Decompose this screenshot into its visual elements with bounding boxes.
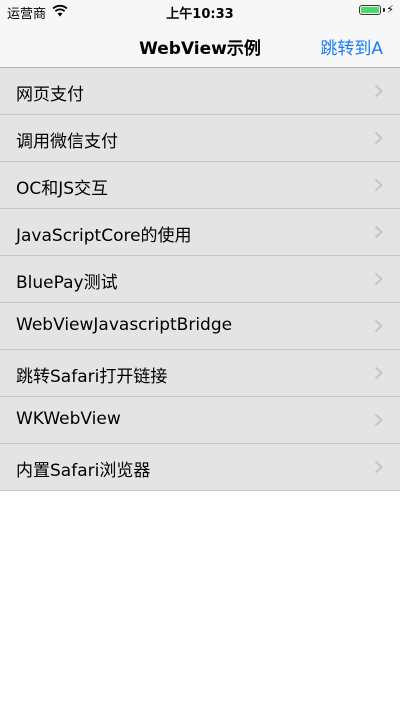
battery-cap [383, 8, 385, 12]
list-item-label: BluePay测试 [16, 273, 118, 293]
status-bar: 运营商 上午10:33 ⚡ [0, 0, 400, 22]
list-item[interactable]: 网页支付 [0, 68, 400, 115]
list-item-label: 内置Safari浏览器 [16, 461, 151, 481]
list-item[interactable]: 跳转Safari打开链接 [0, 350, 400, 397]
clock: 上午10:33 [166, 7, 234, 22]
list-item[interactable]: 调用微信支付 [0, 115, 400, 162]
battery-fill [361, 7, 379, 13]
chevron-right-icon [374, 225, 383, 239]
menu-list: 网页支付 调用微信支付 OC和JS交互 JavaScriptCore的使用 Bl… [0, 68, 400, 491]
chevron-right-icon [374, 131, 383, 145]
chevron-right-icon [374, 84, 383, 98]
list-item[interactable]: OC和JS交互 [0, 162, 400, 209]
chevron-right-icon [374, 178, 383, 192]
charging-icon: ⚡ [386, 3, 394, 16]
chevron-right-icon [374, 319, 383, 333]
list-item-label: 网页支付 [16, 85, 84, 105]
list-item-label: OC和JS交互 [16, 179, 109, 199]
list-item[interactable]: JavaScriptCore的使用 [0, 209, 400, 256]
chevron-right-icon [374, 413, 383, 427]
list-item-label: 调用微信支付 [16, 132, 118, 152]
list-item[interactable]: 内置Safari浏览器 [0, 444, 400, 491]
screen: 运营商 上午10:33 ⚡ WebView示例 跳转到A 网页支付 调用微信支付… [0, 0, 400, 711]
list-item-label: WKWebView [16, 409, 121, 429]
list-item-label: JavaScriptCore的使用 [16, 226, 192, 246]
list-item-label: WebViewJavascriptBridge [16, 315, 233, 335]
jump-to-a-button[interactable]: 跳转到A [320, 34, 383, 59]
list-item-label: 跳转Safari打开链接 [16, 367, 168, 387]
chevron-right-icon [374, 366, 383, 380]
chevron-right-icon [374, 460, 383, 474]
navigation-bar: WebView示例 跳转到A [0, 22, 400, 68]
list-item[interactable]: WKWebView [0, 397, 400, 444]
list-item[interactable]: BluePay测试 [0, 256, 400, 303]
list-item[interactable]: WebViewJavascriptBridge [0, 303, 400, 350]
battery-icon [359, 5, 381, 15]
chevron-right-icon [374, 272, 383, 286]
